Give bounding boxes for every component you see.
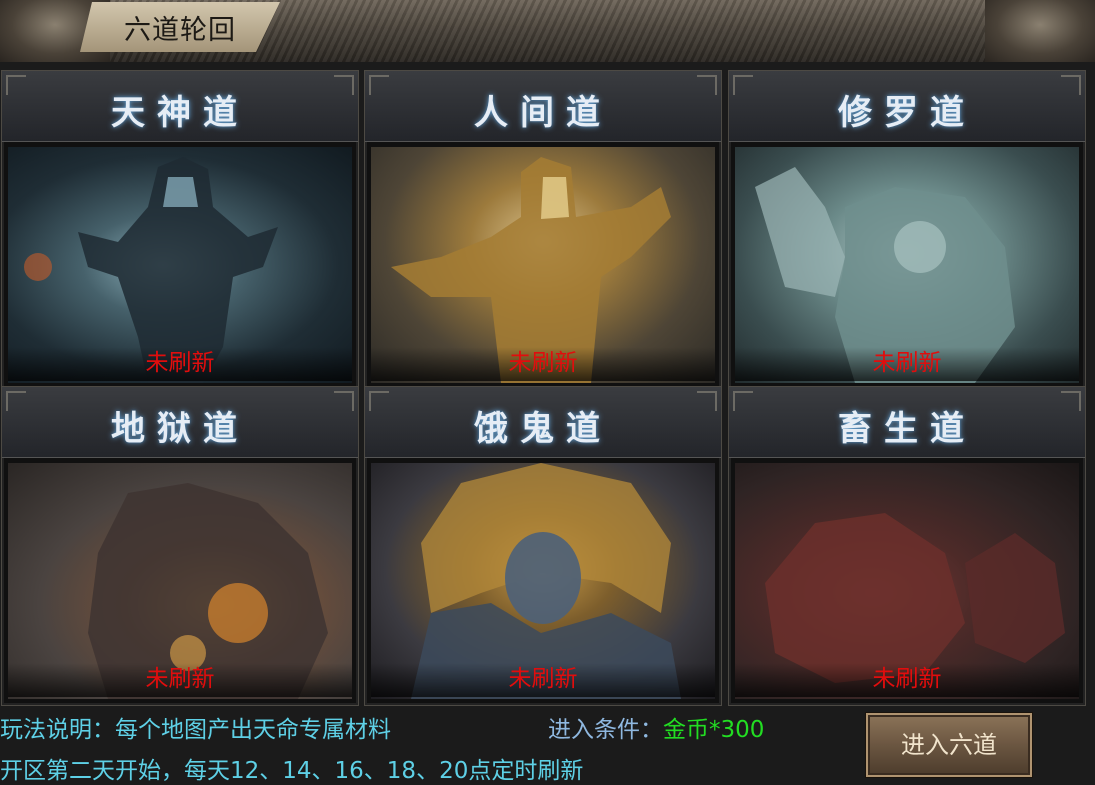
- path-card-diyu[interactable]: 地狱道 未刷新: [1, 386, 359, 706]
- path-card-xiuluo[interactable]: 修罗道 未刷新: [728, 70, 1086, 390]
- refresh-status: 未刷新: [145, 666, 215, 692]
- path-title: 天神道: [111, 93, 249, 133]
- enter-six-paths-button[interactable]: 进入六道: [866, 713, 1032, 777]
- card-header: 饿鬼道: [365, 387, 721, 458]
- rules-description: 玩法说明：每个地图产出天命专属材料: [0, 717, 391, 743]
- refresh-status: 未刷新: [508, 350, 578, 376]
- path-title: 修罗道: [838, 93, 976, 133]
- path-title: 人间道: [474, 93, 612, 133]
- path-title: 饿鬼道: [474, 409, 612, 449]
- path-card-egui[interactable]: 饿鬼道 未刷新: [364, 386, 722, 706]
- window-title-bar: 六道轮回: [0, 0, 1095, 65]
- refresh-status: 未刷新: [145, 350, 215, 376]
- path-card-tianshen[interactable]: 天神道 未刷新: [1, 70, 359, 390]
- card-header: 修罗道: [729, 71, 1085, 142]
- refresh-status: 未刷新: [872, 666, 942, 692]
- refresh-status: 未刷新: [508, 666, 578, 692]
- path-title: 畜生道: [838, 409, 976, 449]
- card-header: 地狱道: [2, 387, 358, 458]
- entry-condition-label: 进入条件：: [548, 717, 663, 743]
- path-title: 地狱道: [111, 409, 249, 449]
- card-header: 人间道: [365, 71, 721, 142]
- refresh-schedule: 开区第二天开始，每天12、14、16、18、20点定时刷新: [0, 758, 584, 784]
- entry-condition-value: 金币*300: [663, 717, 765, 743]
- path-card-chusheng[interactable]: 畜生道 未刷新: [728, 386, 1086, 706]
- dragon-ornament-right-icon: [985, 0, 1095, 62]
- refresh-status: 未刷新: [872, 350, 942, 376]
- card-header: 畜生道: [729, 387, 1085, 458]
- card-header: 天神道: [2, 71, 358, 142]
- entry-condition: 进入条件：金币*300: [548, 710, 764, 744]
- path-card-renjian[interactable]: 人间道 未刷新: [364, 70, 722, 390]
- window-title: 六道轮回: [124, 15, 236, 46]
